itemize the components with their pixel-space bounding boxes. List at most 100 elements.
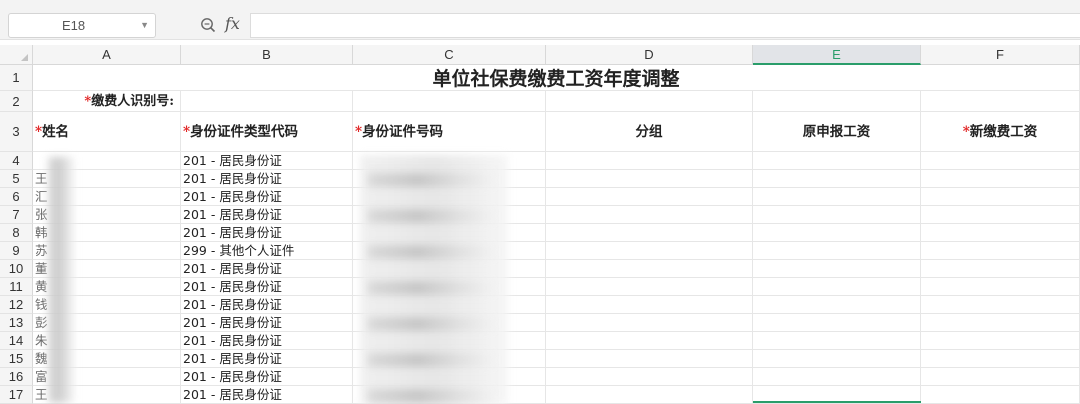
id-type-cell[interactable]: 201 - 居民身份证 [181, 350, 353, 368]
grid-cell[interactable] [546, 260, 753, 278]
grid-cell[interactable] [753, 242, 921, 260]
grid-cell[interactable] [546, 188, 753, 206]
grid-cell[interactable] [546, 350, 753, 368]
grid-cell[interactable] [753, 314, 921, 332]
row-header-1[interactable]: 1 [0, 65, 33, 91]
column-header-e[interactable]: E [753, 45, 921, 65]
grid-cell[interactable] [921, 386, 1080, 404]
id-type-cell[interactable]: 201 - 居民身份证 [181, 188, 353, 206]
id-type-cell[interactable]: 201 - 居民身份证 [181, 170, 353, 188]
row-header-10[interactable]: 10 [0, 260, 33, 278]
id-type-cell[interactable]: 201 - 居民身份证 [181, 152, 353, 170]
grid-cell[interactable] [546, 332, 753, 350]
grid-cell[interactable] [921, 206, 1080, 224]
grid-cell[interactable] [753, 278, 921, 296]
row-header-11[interactable]: 11 [0, 278, 33, 296]
row-header-6[interactable]: 6 [0, 188, 33, 206]
grid-cell[interactable] [753, 368, 921, 386]
header-label: 新缴费工资 [969, 124, 1038, 140]
payer-id-label-text: 缴费人识别号: [91, 94, 174, 109]
grid-cell[interactable] [546, 224, 753, 242]
grid-cell[interactable] [753, 152, 921, 170]
header-id-type-code[interactable]: *身份证件类型代码 [181, 112, 353, 152]
row-header-12[interactable]: 12 [0, 296, 33, 314]
id-type-cell[interactable]: 299 - 其他个人证件 [181, 242, 353, 260]
grid-cell[interactable] [546, 152, 753, 170]
grid-cell[interactable] [921, 152, 1080, 170]
row-header-13[interactable]: 13 [0, 314, 33, 332]
id-type-cell[interactable]: 201 - 居民身份证 [181, 206, 353, 224]
grid-cell[interactable] [921, 350, 1080, 368]
row-header-7[interactable]: 7 [0, 206, 33, 224]
sheet-title[interactable]: 单位社保费缴费工资年度调整 [33, 65, 1080, 91]
grid-cell[interactable] [181, 91, 353, 112]
id-type-cell[interactable]: 201 - 居民身份证 [181, 260, 353, 278]
row-header-16[interactable]: 16 [0, 368, 33, 386]
grid-cell[interactable] [921, 332, 1080, 350]
grid-cell[interactable] [921, 170, 1080, 188]
row-header-9[interactable]: 9 [0, 242, 33, 260]
grid-cell[interactable] [753, 350, 921, 368]
select-all-corner[interactable] [0, 45, 33, 65]
grid-cell[interactable] [921, 278, 1080, 296]
header-group[interactable]: 分组 [546, 112, 753, 152]
header-original-wage[interactable]: 原申报工资 [753, 112, 921, 152]
chevron-down-icon[interactable]: ▼ [140, 14, 149, 37]
grid-cell[interactable] [546, 278, 753, 296]
payer-id-label[interactable]: *缴费人识别号: [33, 91, 181, 112]
grid-cell[interactable] [753, 260, 921, 278]
fx-icon[interactable]: fx [225, 14, 240, 33]
formula-input[interactable] [250, 13, 1080, 38]
grid-cell[interactable] [546, 314, 753, 332]
row-header-14[interactable]: 14 [0, 332, 33, 350]
header-id-number[interactable]: *身份证件号码 [353, 112, 546, 152]
id-type-cell[interactable]: 201 - 居民身份证 [181, 368, 353, 386]
grid-cell[interactable] [753, 224, 921, 242]
id-type-cell[interactable]: 201 - 居民身份证 [181, 296, 353, 314]
grid-cell[interactable] [921, 368, 1080, 386]
row-header-4[interactable]: 4 [0, 152, 33, 170]
grid-cell[interactable] [546, 368, 753, 386]
grid-cell[interactable] [921, 296, 1080, 314]
grid-cell[interactable] [546, 296, 753, 314]
column-header-b[interactable]: B [181, 45, 353, 65]
column-header-c[interactable]: C [353, 45, 546, 65]
grid-cell[interactable] [546, 170, 753, 188]
grid-cell[interactable] [546, 91, 753, 112]
column-header-a[interactable]: A [33, 45, 181, 65]
grid-cell[interactable] [753, 91, 921, 112]
grid-cell[interactable] [921, 224, 1080, 242]
column-header-f[interactable]: F [921, 45, 1080, 65]
name-box[interactable]: E18 ▼ [8, 13, 156, 38]
row-header-2[interactable]: 2 [0, 91, 33, 112]
row-header-17[interactable]: 17 [0, 386, 33, 404]
grid-cell[interactable] [753, 332, 921, 350]
grid-cell[interactable] [921, 242, 1080, 260]
grid-cell[interactable] [753, 188, 921, 206]
grid-cell[interactable] [753, 206, 921, 224]
redaction-blur [368, 353, 493, 367]
row-header-3[interactable]: 3 [0, 112, 33, 152]
id-type-cell[interactable]: 201 - 居民身份证 [181, 224, 353, 242]
zoom-icon[interactable] [200, 17, 216, 33]
grid-cell[interactable] [921, 314, 1080, 332]
grid-cell[interactable] [921, 188, 1080, 206]
id-type-cell[interactable]: 201 - 居民身份证 [181, 278, 353, 296]
header-new-wage[interactable]: *新缴费工资 [921, 112, 1080, 152]
id-type-cell[interactable]: 201 - 居民身份证 [181, 386, 353, 404]
grid-cell[interactable] [546, 242, 753, 260]
row-header-5[interactable]: 5 [0, 170, 33, 188]
grid-cell[interactable] [921, 91, 1080, 112]
header-name[interactable]: *姓名 [33, 112, 181, 152]
grid-cell[interactable] [753, 296, 921, 314]
grid-cell[interactable] [546, 206, 753, 224]
id-type-cell[interactable]: 201 - 居民身份证 [181, 314, 353, 332]
grid-cell[interactable] [753, 170, 921, 188]
id-type-cell[interactable]: 201 - 居民身份证 [181, 332, 353, 350]
row-header-8[interactable]: 8 [0, 224, 33, 242]
column-header-d[interactable]: D [546, 45, 753, 65]
grid-cell[interactable] [353, 91, 546, 112]
row-header-15[interactable]: 15 [0, 350, 33, 368]
grid-cell[interactable] [921, 260, 1080, 278]
grid-cell[interactable] [546, 386, 753, 404]
